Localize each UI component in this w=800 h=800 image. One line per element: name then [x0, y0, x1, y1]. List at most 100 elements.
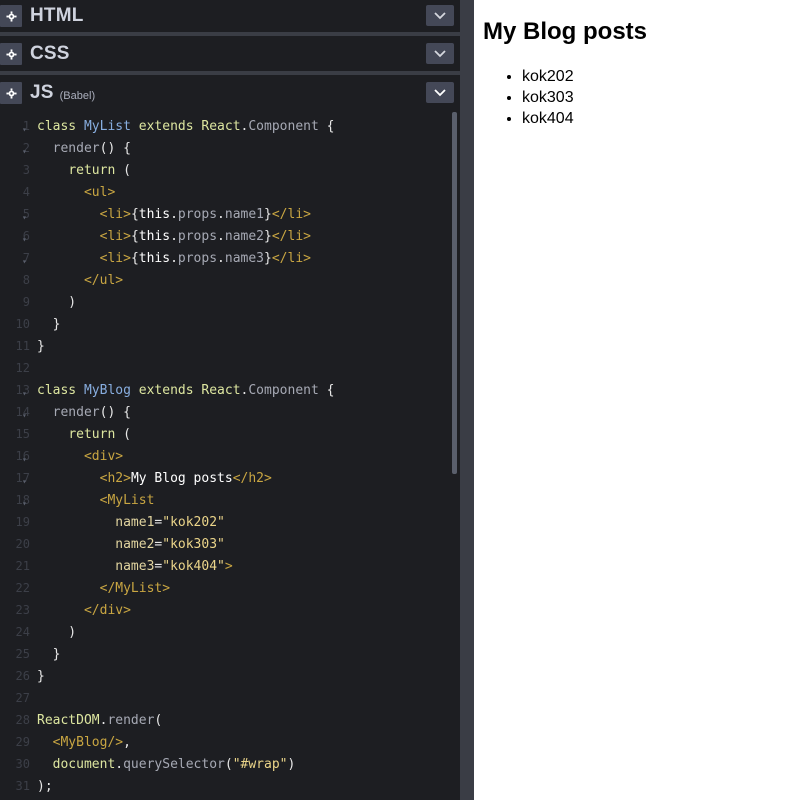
fold-arrow-icon[interactable]: ▾ — [22, 477, 27, 486]
code-line[interactable]: 3 return ( — [0, 159, 452, 181]
code-line[interactable]: 2 ▾ render() { — [0, 137, 452, 159]
code-token: render — [52, 404, 100, 420]
chevron-down-icon[interactable] — [426, 82, 454, 103]
code-line[interactable]: 27 — [0, 687, 452, 709]
js-panel-subtitle: (Babel) — [59, 90, 96, 102]
code-line[interactable]: 6 ▾ <li>{this.props.name2}</li> — [0, 225, 452, 247]
code-line[interactable]: 11} — [0, 335, 452, 357]
code-token: <MyList — [99, 492, 155, 508]
code-line[interactable]: 8 </ul> — [0, 269, 452, 291]
code-token: ( — [154, 712, 163, 728]
code-line[interactable]: 12 — [0, 357, 452, 379]
code-text: class MyList extends React.Component { — [37, 119, 334, 134]
list-item: kok303 — [522, 87, 792, 108]
code-line[interactable]: 22 </MyList> — [0, 577, 452, 599]
panel-divider[interactable] — [0, 71, 460, 75]
line-number: 8 — [22, 273, 30, 287]
code-token: querySelector — [123, 756, 225, 772]
code-line[interactable]: 1 ▾ class MyList extends React.Component { — [0, 115, 452, 137]
code-line[interactable]: 31); — [0, 775, 452, 797]
code-text: <div> — [37, 449, 123, 464]
code-line[interactable]: 19 name1="kok202" — [0, 511, 452, 533]
code-line[interactable]: 16 ▾ <div> — [0, 445, 452, 467]
fold-arrow-icon[interactable]: ▾ — [22, 411, 27, 420]
html-panel-header[interactable]: HTML — [0, 0, 460, 32]
js-panel-header[interactable]: JS (Babel) — [0, 77, 460, 109]
code-line[interactable]: 13 ▾ class MyBlog extends React.Component … — [0, 379, 452, 401]
gear-icon[interactable] — [0, 5, 22, 27]
chevron-down-icon[interactable] — [426, 5, 454, 26]
pane-resize-divider[interactable] — [460, 0, 474, 800]
code-token: { — [130, 250, 139, 266]
code-text: ReactDOM.render( — [37, 713, 162, 728]
code-token: this — [138, 228, 171, 244]
code-text: name1="kok202" — [37, 515, 225, 530]
line-number: 4 — [22, 185, 30, 199]
code-line[interactable]: 24 ) — [0, 621, 452, 643]
code-token: extends — [130, 382, 202, 398]
code-line[interactable]: 10 } — [0, 313, 452, 335]
gear-icon[interactable] — [0, 82, 22, 104]
fold-arrow-icon[interactable]: ▾ — [22, 147, 27, 156]
code-token: props — [177, 228, 218, 244]
code-text: document.querySelector("#wrap") — [37, 756, 296, 772]
fold-arrow-icon[interactable]: ▾ — [22, 257, 27, 266]
css-panel-header[interactable]: CSS — [0, 38, 460, 70]
code-text: ) — [37, 625, 76, 640]
code-line[interactable]: 21 name3="kok404"> — [0, 555, 452, 577]
result-preview: My Blog posts kok202 kok303 kok404 — [474, 0, 800, 800]
code-line[interactable]: 25 } — [0, 643, 452, 665]
code-line[interactable]: 4 <ul> — [0, 181, 452, 203]
js-panel-title: JS — [30, 82, 54, 103]
fold-arrow-icon[interactable]: ▾ — [22, 125, 27, 134]
code-line[interactable]: 17 ▾ <h2>My Blog posts</h2> — [0, 467, 452, 489]
code-text: <h2>My Blog posts</h2> — [37, 471, 272, 486]
code-token: } — [37, 338, 45, 354]
fold-arrow-icon[interactable]: ▾ — [22, 455, 27, 464]
code-line[interactable]: 18 ▾ <MyList — [0, 489, 452, 511]
code-token: . — [170, 206, 178, 222]
code-line[interactable]: 20 name2="kok303" — [0, 533, 452, 555]
code-line[interactable]: 26} — [0, 665, 452, 687]
code-line[interactable]: 30 document.querySelector("#wrap") — [0, 753, 452, 775]
fold-arrow-icon[interactable]: ▾ — [22, 389, 27, 398]
code-line[interactable]: 5 ▾ <li>{this.props.name1}</li> — [0, 203, 452, 225]
code-line[interactable]: 14 ▾ render() { — [0, 401, 452, 423]
chevron-down-icon[interactable] — [426, 43, 454, 64]
line-number: 7 ▾ — [22, 251, 30, 266]
code-token: React — [201, 382, 241, 398]
line-number: 12 — [15, 361, 30, 375]
code-token: "kok404" — [162, 558, 225, 574]
code-token: props — [177, 206, 218, 222]
code-text: } — [37, 669, 45, 684]
code-line[interactable]: 9 ) — [0, 291, 452, 313]
code-token: React — [201, 118, 241, 134]
code-line[interactable]: 7 ▾ <li>{this.props.name3}</li> — [0, 247, 452, 269]
code-token: "kok303" — [162, 536, 225, 552]
line-number: 2 ▾ — [22, 141, 30, 156]
code-token: </div> — [83, 602, 131, 618]
scrollbar-thumb[interactable] — [452, 112, 457, 474]
panel-divider[interactable] — [0, 32, 460, 36]
js-code-editor[interactable]: 1 ▾ class MyList extends React.Component {… — [0, 112, 460, 800]
editor-pane: HTML CSS JS (Babel) 1 ▾ class MyList exten… — [0, 0, 460, 800]
fold-arrow-icon[interactable]: ▾ — [22, 499, 27, 508]
gear-icon[interactable] — [0, 43, 22, 65]
code-token: name2 — [224, 228, 265, 244]
code-text: name2="kok303" — [37, 537, 225, 552]
fold-arrow-icon[interactable]: ▾ — [22, 235, 27, 244]
code-line[interactable]: 28 ReactDOM.render( — [0, 709, 452, 731]
code-line[interactable]: 15 return ( — [0, 423, 452, 445]
code-token: ) — [287, 756, 296, 772]
code-token: } — [37, 316, 61, 332]
fold-arrow-icon[interactable]: ▾ — [22, 213, 27, 222]
code-token: ); — [37, 778, 53, 794]
code-line[interactable]: 29 <MyBlog/>, — [0, 731, 452, 753]
code-line[interactable]: 23 </div> — [0, 599, 452, 621]
code-token: } — [264, 250, 272, 266]
